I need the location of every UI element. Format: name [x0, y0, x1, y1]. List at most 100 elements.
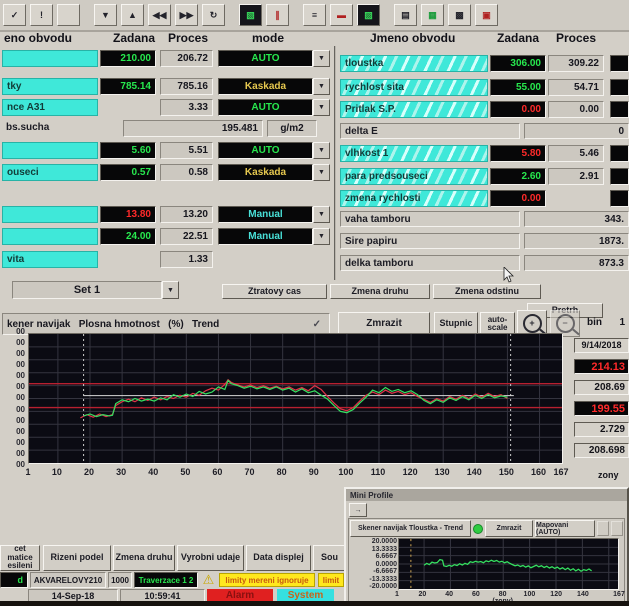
measured-value: 0: [524, 123, 629, 139]
setpoint-field[interactable]: 5.60: [100, 142, 156, 159]
setpoint-field[interactable]: 0.00: [490, 101, 546, 118]
button-line1: cet matice: [1, 545, 39, 562]
mode-dropdown-arrow[interactable]: ▼: [313, 50, 330, 67]
mode-select-clipped[interactable]: [610, 145, 629, 162]
mode-select[interactable]: AUTO: [218, 142, 313, 159]
setpoint-field[interactable]: 785.14: [100, 78, 156, 95]
mini-profile-toolbar: →: [346, 501, 627, 518]
mini-profile-titlebar[interactable]: Mini Profile: [346, 489, 627, 501]
zmena-odstinu-button[interactable]: Zmena odstinu: [433, 284, 541, 299]
setpoint-field[interactable]: 210.00: [100, 50, 156, 67]
mode-select[interactable]: AUTO: [218, 99, 313, 116]
mode-dropdown-arrow[interactable]: ▼: [313, 78, 330, 95]
circuit-label: [2, 206, 98, 223]
bin-label: bin: [587, 317, 602, 332]
process-value: 13.20: [160, 206, 213, 223]
mode-select[interactable]: Manual: [218, 228, 313, 245]
circuit-label: [2, 228, 98, 245]
set-dropdown-arrow[interactable]: ▼: [162, 281, 179, 299]
mini-profile-window[interactable]: Mini Profile → Skener navijak Tloustka -…: [344, 487, 629, 606]
arrow-up-icon[interactable]: ▲: [121, 4, 144, 26]
mini-plot-area[interactable]: [398, 538, 619, 590]
bar-report-icon[interactable]: ▬: [330, 4, 353, 26]
axis-tick-label: 10: [52, 467, 62, 477]
report-icon[interactable]: ▤: [394, 4, 417, 26]
grid-green-icon[interactable]: ▦: [421, 4, 444, 26]
setpoint-field[interactable]: 306.00: [490, 55, 546, 72]
chevron-down-icon: ▼: [318, 169, 325, 176]
measured-value: 1873.: [524, 233, 629, 249]
trend-title-bar: kener navijak Plosna hmotnost (%) Trend …: [2, 313, 330, 335]
chart-report-icon[interactable]: ▨: [357, 4, 380, 26]
alarm-table-icon[interactable]: ▣: [475, 4, 498, 26]
ztratovy-cas-button[interactable]: Ztratovy cas: [222, 284, 327, 299]
mini-y-axis-side: [350, 538, 359, 590]
mini-extra-button[interactable]: [611, 521, 623, 536]
step-arrow-icon[interactable]: →: [349, 503, 367, 517]
set-select[interactable]: Set 1: [12, 281, 162, 299]
trend-plot-area[interactable]: [28, 333, 563, 464]
checkmark-icon[interactable]: ✓: [3, 4, 26, 26]
chevron-down-icon: ▼: [167, 287, 174, 294]
zmena-druhu-bottom-button[interactable]: Zmena druhu: [113, 545, 175, 571]
rizeni-podel-button[interactable]: Rizeni podel: [43, 545, 111, 571]
mode-dropdown-arrow[interactable]: ▼: [313, 99, 330, 116]
setpoint-field[interactable]: 0.00: [490, 190, 546, 207]
bin-field[interactable]: bin 1: [585, 315, 627, 332]
fast-forward-icon[interactable]: ▶▶: [175, 4, 198, 26]
mode-select[interactable]: Manual: [218, 206, 313, 223]
soubory-button[interactable]: Sou: [313, 545, 346, 571]
mode-select-clipped[interactable]: [610, 55, 629, 72]
mode-select-clipped[interactable]: [610, 79, 629, 96]
mode-select[interactable]: Kaskada: [218, 78, 313, 95]
x-axis-unit-label: zony: [598, 470, 619, 480]
mode-select[interactable]: Kaskada: [218, 164, 313, 181]
blank-icon[interactable]: [57, 4, 80, 26]
mini-chart-canvas: [399, 539, 618, 589]
process-value: 2.91: [548, 168, 604, 185]
axis-tick-label: 00: [16, 449, 25, 458]
table-icon[interactable]: ▩: [448, 4, 471, 26]
axis-tick-label: 150: [499, 467, 514, 477]
table-row: vaha tamboru 343.: [338, 211, 629, 228]
mapovani-button[interactable]: Mapovani (AUTO): [535, 520, 595, 537]
exclamation-icon[interactable]: !: [30, 4, 53, 26]
mode-select-clipped[interactable]: [610, 190, 629, 207]
vyrobni-udaje-button[interactable]: Vyrobni udaje: [177, 545, 244, 571]
mini-trend-title-button[interactable]: Skener navijak Tloustka - Trend: [350, 520, 471, 537]
measured-value: 873.3: [524, 255, 629, 271]
mode-select-clipped[interactable]: [610, 101, 629, 118]
axis-tick-label: 00: [16, 393, 25, 402]
prepocet-matice-button[interactable]: cet matice esileni: [0, 545, 40, 571]
setpoint-field[interactable]: 0.57: [100, 164, 156, 181]
axis-tick-label: 00: [16, 327, 25, 336]
rewind-icon[interactable]: ◀◀: [148, 4, 171, 26]
mouse-cursor: [503, 267, 515, 283]
mode-dropdown-arrow[interactable]: ▼: [313, 206, 330, 223]
data-displej-button[interactable]: Data displej: [246, 545, 311, 571]
trend-display-icon[interactable]: ▧: [239, 4, 262, 26]
mode-dropdown-arrow[interactable]: ▼: [313, 228, 330, 245]
setpoint-field[interactable]: 55.00: [490, 79, 546, 96]
arrow-down-icon[interactable]: ▼: [94, 4, 117, 26]
setpoint-field[interactable]: 2.60: [490, 168, 546, 185]
mode-select[interactable]: AUTO: [218, 50, 313, 67]
setpoint-field[interactable]: 5.80: [490, 145, 546, 162]
setpoint-field[interactable]: 24.00: [100, 228, 156, 245]
axis-tick-label: 110: [371, 467, 386, 477]
bars-icon[interactable]: ∥: [266, 4, 289, 26]
zmena-druhu-button[interactable]: Zmena druhu: [330, 284, 430, 299]
mode-dropdown-arrow[interactable]: ▼: [313, 142, 330, 159]
mode-dropdown-arrow[interactable]: ▼: [313, 164, 330, 181]
status-mode-box: d: [0, 572, 28, 588]
list-icon[interactable]: ≡: [303, 4, 326, 26]
setpoint-field[interactable]: 13.80: [100, 206, 156, 223]
mini-extra-button[interactable]: [597, 521, 609, 536]
trend-readout-column: 9/14/2018 214.13 208.69 199.55 2.729 208…: [574, 338, 629, 464]
mini-zmrazit-button[interactable]: Zmrazit: [485, 520, 533, 537]
table-row: delta E 0: [338, 123, 629, 140]
left-header-zadana: Zadana: [106, 31, 162, 45]
mini-profile-header: Skener navijak Tloustka - Trend Zmrazit …: [350, 520, 623, 537]
mode-select-clipped[interactable]: [610, 168, 629, 185]
refresh-icon[interactable]: ↻: [202, 4, 225, 26]
